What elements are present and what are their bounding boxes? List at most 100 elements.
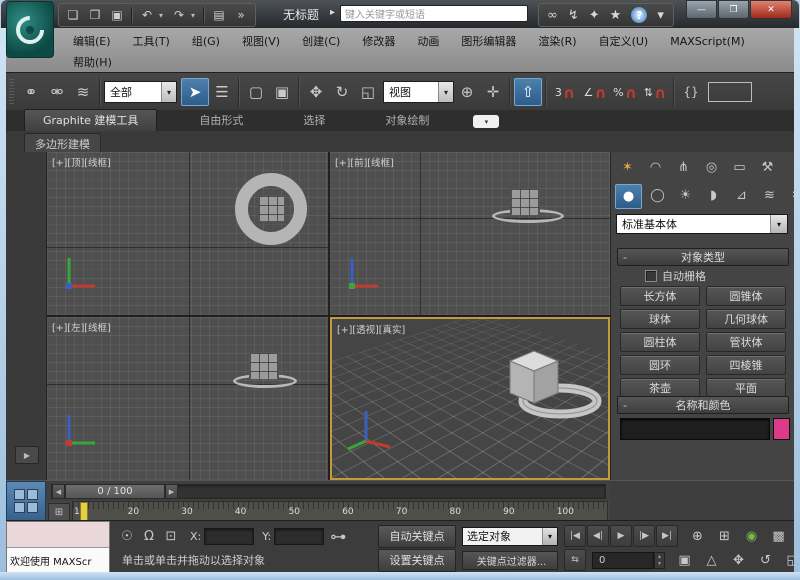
select-and-manipulate-icon[interactable]: ✛ xyxy=(480,79,506,105)
chevron-down-icon[interactable]: ▾ xyxy=(542,528,557,545)
open-file-icon[interactable]: ❐ xyxy=(85,6,105,24)
viewport-front-label[interactable]: [+][前][线框] xyxy=(335,155,394,169)
pan-2d-icon[interactable]: ▣ xyxy=(671,550,698,570)
toolbar-grip[interactable] xyxy=(9,79,14,105)
window-crossing-icon[interactable]: ▣ xyxy=(269,79,295,105)
select-and-link-icon[interactable]: ⚭ xyxy=(18,79,44,105)
qat-expand-icon[interactable]: » xyxy=(231,6,251,24)
search-history-icon[interactable]: ▸ xyxy=(330,7,335,18)
box-object[interactable] xyxy=(510,188,540,216)
close-button[interactable]: ✕ xyxy=(750,0,792,19)
menu-animation[interactable]: 动画 xyxy=(406,33,450,50)
infocenter-search-input[interactable]: 键入关键字或短语 xyxy=(340,5,528,22)
viewport-left-label[interactable]: [+][左][线框] xyxy=(52,320,111,334)
menu-modifiers[interactable]: 修改器 xyxy=(351,33,406,50)
goto-start-icon[interactable]: |◀ xyxy=(564,525,586,547)
menu-tools[interactable]: 工具(T) xyxy=(122,33,181,50)
tab-freeform[interactable]: 自由形式 xyxy=(181,110,261,131)
field-of-view-icon[interactable]: △ xyxy=(698,550,725,570)
snap-toggle-3d-button[interactable]: 3 ∩ xyxy=(550,79,580,105)
teapot-button[interactable]: 茶壶 xyxy=(620,378,700,398)
auto-key-button[interactable]: 自动关键点 xyxy=(378,525,456,548)
tab-graphite-modeling[interactable]: Graphite 建模工具 xyxy=(24,109,157,131)
save-file-icon[interactable]: ▣ xyxy=(107,6,127,24)
menu-maxscript[interactable]: MAXScript(M) xyxy=(659,33,756,50)
undo-dropdown-icon[interactable]: ▾ xyxy=(159,11,167,20)
use-pivot-point-icon[interactable]: ⊕ xyxy=(454,79,480,105)
key-mode-toggle-icon[interactable]: ⇆ xyxy=(564,549,586,571)
scene-objects[interactable] xyxy=(482,331,610,441)
selection-lock-icon[interactable]: Ω xyxy=(138,529,160,544)
tab-object-paint[interactable]: 对象绘制 xyxy=(367,110,447,131)
box-object[interactable] xyxy=(258,195,285,222)
minimize-button[interactable]: — xyxy=(686,0,717,19)
motion-tab-icon[interactable]: ◎ xyxy=(699,156,724,179)
autogrid-checkbox[interactable] xyxy=(645,270,657,282)
menu-views[interactable]: 视图(V) xyxy=(231,33,291,50)
select-and-scale-icon[interactable]: ◱ xyxy=(355,79,381,105)
viewport-top[interactable]: [+][顶][线框] xyxy=(47,152,328,315)
menu-help[interactable]: 帮助(H) xyxy=(62,54,123,71)
time-slider-next-icon[interactable]: ▶ xyxy=(165,484,178,499)
viewport-layout-button[interactable] xyxy=(6,481,46,521)
cylinder-button[interactable]: 圆柱体 xyxy=(620,332,700,352)
cone-button[interactable]: 圆锥体 xyxy=(706,286,786,306)
help-dropdown-icon[interactable]: ▾ xyxy=(657,8,665,23)
play-icon[interactable]: ▶ xyxy=(610,525,632,547)
lights-category-icon[interactable]: ☀ xyxy=(673,184,698,207)
viewport-perspective[interactable]: [+][透视][真实] xyxy=(330,317,610,480)
create-key-icon[interactable]: ⊶ xyxy=(330,527,346,546)
menu-customize[interactable]: 自定义(U) xyxy=(588,33,660,50)
utilities-tab-icon[interactable]: ⚒ xyxy=(755,156,780,179)
reference-coordinate-dropdown[interactable]: 视图 ▾ xyxy=(383,81,454,103)
menu-edit[interactable]: 编辑(E) xyxy=(62,33,122,50)
zoom-icon[interactable]: ⊕ xyxy=(684,526,711,546)
maxscript-mini-listener[interactable]: 欢迎使用 MAXScr xyxy=(6,521,110,573)
box-button[interactable]: 长方体 xyxy=(620,286,700,306)
geometry-category-icon[interactable]: ● xyxy=(615,184,642,209)
chevron-down-icon[interactable]: ▾ xyxy=(770,215,787,233)
keyboard-shortcut-override-icon[interactable]: ⇧ xyxy=(514,78,542,106)
bind-to-space-warp-icon[interactable]: ≋ xyxy=(70,79,96,105)
mini-curve-editor-icon[interactable]: ⊞ xyxy=(48,503,70,521)
previous-frame-icon[interactable]: ◀| xyxy=(587,525,609,547)
torus-button[interactable]: 圆环 xyxy=(620,355,700,375)
angle-snap-toggle-button[interactable]: ∠ ∩ xyxy=(580,79,610,105)
pyramid-button[interactable]: 四棱锥 xyxy=(706,355,786,375)
name-color-rollout-header[interactable]: - 名称和颜色 xyxy=(617,396,789,414)
ribbon-minimize-icon[interactable]: ▾ xyxy=(473,115,499,128)
object-name-input[interactable] xyxy=(620,418,770,440)
helpers-category-icon[interactable]: ⊿ xyxy=(729,184,754,207)
viewport-perspective-label[interactable]: [+][透视][真实] xyxy=(337,322,405,336)
selection-filter-dropdown[interactable]: 全部 ▾ xyxy=(104,81,177,103)
display-tab-icon[interactable]: ▭ xyxy=(727,156,752,179)
hierarchy-tab-icon[interactable]: ⋔ xyxy=(671,156,696,179)
spacewarps-category-icon[interactable]: ≋ xyxy=(757,184,782,207)
spinner-down-icon[interactable]: ▾ xyxy=(658,560,661,567)
y-coordinate-field[interactable] xyxy=(274,528,324,545)
expand-panel-arrow-button[interactable]: ▶ xyxy=(15,446,39,464)
geosphere-button[interactable]: 几何球体 xyxy=(706,309,786,329)
plane-button[interactable]: 平面 xyxy=(706,378,786,398)
select-and-move-icon[interactable]: ✥ xyxy=(303,79,329,105)
application-menu-button[interactable] xyxy=(6,1,54,58)
tab-selection[interactable]: 选择 xyxy=(285,110,343,131)
maximize-button[interactable]: ❐ xyxy=(718,0,749,19)
menu-graph-editors[interactable]: 图形编辑器 xyxy=(450,33,527,50)
named-selection-sets-icon[interactable]: {} xyxy=(678,79,704,105)
collapse-icon[interactable]: - xyxy=(623,399,627,412)
goto-end-icon[interactable]: ▶| xyxy=(656,525,678,547)
menu-rendering[interactable]: 渲染(R) xyxy=(527,33,587,50)
key-filters-button[interactable]: 关键点过滤器... xyxy=(462,551,558,570)
time-slider-handle[interactable]: 0 / 100 xyxy=(65,484,165,499)
viewport-top-label[interactable]: [+][顶][线框] xyxy=(52,155,111,169)
unlink-selection-icon[interactable]: ⚮ xyxy=(44,79,70,105)
select-object-button[interactable]: ➤ xyxy=(181,78,209,106)
x-coordinate-field[interactable] xyxy=(204,528,254,545)
listener-pane[interactable]: 欢迎使用 MAXScr xyxy=(7,548,109,573)
redo-dropdown-icon[interactable]: ▾ xyxy=(191,11,199,20)
orbit-icon[interactable]: ↺ xyxy=(752,550,779,570)
primitive-category-dropdown[interactable]: 标准基本体 ▾ xyxy=(616,214,788,234)
favorites-icon[interactable]: ★ xyxy=(610,8,622,23)
shapes-category-icon[interactable]: ◯ xyxy=(645,184,670,207)
